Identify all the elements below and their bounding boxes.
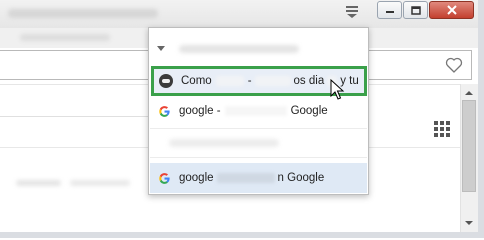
- redacted-text: [215, 76, 244, 86]
- tab-list-dropdown: Como - os dia y tu google - Google googl…: [148, 27, 369, 195]
- dropdown-item[interactable]: google - Google: [150, 98, 367, 124]
- maximize-button[interactable]: [403, 1, 428, 19]
- minimize-button[interactable]: [377, 1, 402, 19]
- window-border: [0, 232, 484, 238]
- tab-list-menu-icon: [346, 6, 358, 18]
- chevron-up-icon: [465, 91, 473, 95]
- bookmark-button[interactable]: [444, 55, 464, 75]
- window-border: [478, 0, 484, 238]
- dropdown-header: [157, 44, 357, 56]
- minimize-icon: [385, 11, 394, 13]
- scroll-up-button[interactable]: [460, 86, 478, 100]
- content-divider: [0, 116, 150, 117]
- redacted-text: [216, 173, 275, 183]
- item-text: google -: [179, 105, 221, 117]
- scroll-down-button[interactable]: [460, 216, 478, 230]
- dropdown-header-label: [179, 45, 299, 53]
- item-text: Google: [290, 105, 328, 117]
- close-icon: [446, 5, 457, 15]
- content-text: [16, 180, 61, 186]
- tab-list-menu-button[interactable]: [342, 3, 362, 21]
- item-text: Como: [181, 75, 212, 87]
- mouse-cursor-icon: [330, 79, 345, 100]
- google-g-icon: [157, 104, 171, 118]
- site-favicon-icon: [159, 74, 173, 88]
- dropdown-divider: [150, 128, 367, 129]
- redacted-text: [254, 76, 291, 86]
- google-g-icon: [157, 171, 171, 185]
- item-text: -: [247, 75, 252, 87]
- tab-label: [20, 34, 110, 41]
- item-text: os dia: [293, 75, 325, 87]
- caret-down-icon: [157, 46, 165, 51]
- item-text: google: [179, 172, 214, 184]
- maximize-icon: [410, 5, 421, 15]
- dropdown-divider: [150, 157, 367, 158]
- chevron-down-icon: [465, 221, 473, 225]
- content-text: [70, 180, 130, 186]
- window-title: [8, 9, 158, 18]
- redacted-text: [224, 106, 287, 116]
- heart-icon: [445, 57, 463, 73]
- close-button[interactable]: [429, 1, 474, 19]
- scrollbar-thumb[interactable]: [462, 100, 476, 192]
- dropdown-section-label: [169, 139, 279, 147]
- item-text: n Google: [277, 172, 325, 184]
- dropdown-item-selected[interactable]: google n Google: [150, 163, 367, 193]
- apps-grid-icon[interactable]: [434, 121, 450, 137]
